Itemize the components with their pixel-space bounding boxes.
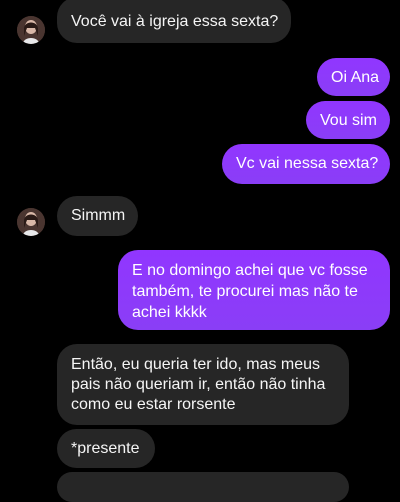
message-bubble-incoming[interactable]: Você vai à igreja essa sexta? [57,0,291,43]
message-bubble-incoming-partial [57,472,349,502]
contact-avatar[interactable] [17,16,45,44]
message-bubble-incoming[interactable]: *presente [57,429,155,468]
chat-thread: Você vai à igreja essa sexta? Oi Ana Vou… [0,0,400,502]
message-bubble-outgoing[interactable]: Vou sim [306,101,390,139]
message-bubble-outgoing[interactable]: Vc vai nessa sexta? [222,144,390,184]
message-bubble-outgoing[interactable]: Oi Ana [317,58,390,96]
contact-avatar[interactable] [17,208,45,236]
message-bubble-incoming[interactable]: Então, eu queria ter ido, mas meus pais … [57,344,349,425]
contact-photo-icon [17,208,45,236]
message-bubble-incoming[interactable]: Simmm [57,196,138,236]
message-bubble-outgoing[interactable]: E no domingo achei que vc fosse também, … [118,250,390,330]
contact-photo-icon [17,16,45,44]
